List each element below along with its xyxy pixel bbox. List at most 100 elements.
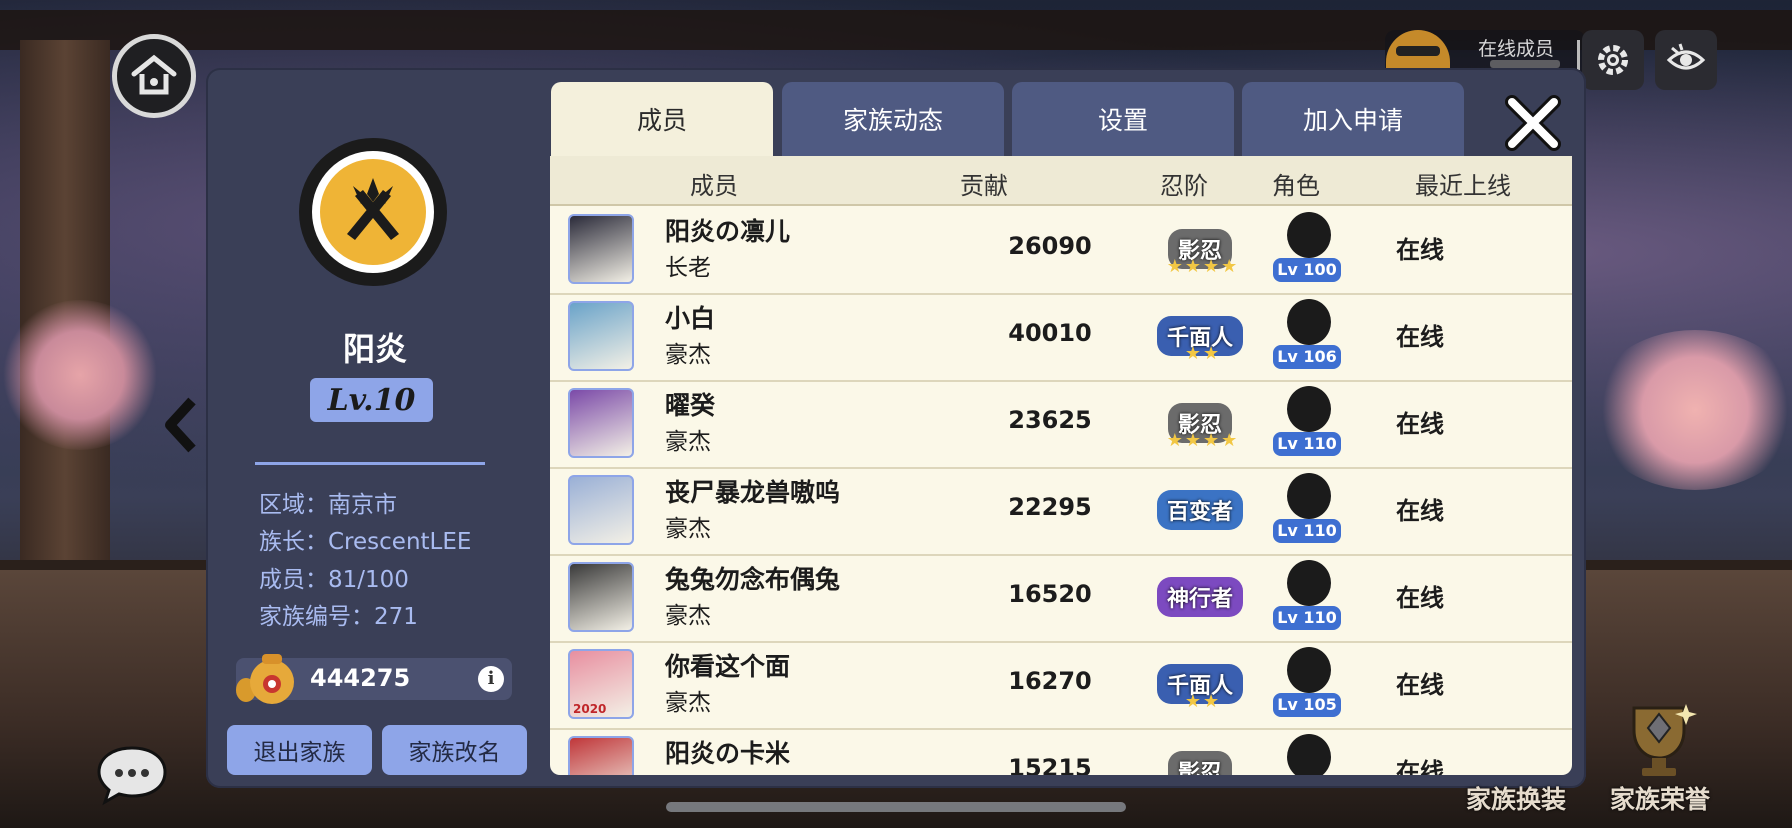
quit-family-button[interactable]: 退出家族 (227, 725, 372, 775)
table-header: 成员 贡献 忍阶 角色 最近上线 (550, 156, 1572, 206)
view-toggle-button[interactable] (1655, 30, 1717, 90)
tab-join-requests[interactable]: 加入申请 (1242, 82, 1464, 156)
crossed-blades-icon (347, 178, 399, 240)
member-name: 阳炎の凛儿 (665, 217, 791, 246)
character-avatar (1287, 212, 1331, 258)
member-avatar[interactable] (568, 562, 634, 632)
member-avatar[interactable] (568, 736, 634, 775)
member-avatar[interactable] (568, 301, 634, 371)
members-table: 成员 贡献 忍阶 角色 最近上线 阳炎の凛儿 长老 26090 影忍 ★★★★ … (550, 156, 1572, 775)
member-avatar[interactable] (568, 388, 634, 458)
info-divider (255, 462, 485, 465)
member-rank: 豪杰 (665, 429, 711, 455)
character-level: Lv 110 (1273, 519, 1341, 543)
member-avatar[interactable]: 2020 (568, 649, 634, 719)
family-funds-value: 444275 (310, 664, 411, 692)
member-name: 小白 (665, 304, 716, 333)
header-contribution: 贡献 (960, 172, 1008, 200)
member-character[interactable]: Lv 106 (1273, 297, 1343, 375)
member-rank: 豪杰 (665, 603, 711, 629)
background-blossom-left (0, 300, 160, 450)
table-row[interactable]: 2020 你看这个面 豪杰 16270 千面人 ★★ Lv 105 在线 (550, 641, 1572, 730)
family-member-count: 成员：81/100 (259, 567, 409, 593)
family-name: 阳炎 (342, 330, 407, 368)
character-level: Lv 100 (1273, 258, 1341, 282)
background-blossom-right (1590, 330, 1792, 490)
close-icon[interactable] (1500, 90, 1566, 156)
table-row[interactable]: 曜癸 豪杰 23625 影忍 ★★★★ Lv 110 在线 (550, 380, 1572, 469)
member-tier: 百变者 (1156, 490, 1243, 530)
member-rank: 长老 (665, 255, 711, 281)
character-avatar (1287, 386, 1331, 432)
member-character[interactable]: Lv 110 (1273, 384, 1343, 462)
member-last-online: 在线 (1396, 584, 1444, 612)
header-tier: 忍阶 (1160, 172, 1208, 200)
table-row[interactable]: 丧尸暴龙兽嗷呜 豪杰 22295 百变者 Lv 110 在线 (550, 467, 1572, 556)
character-avatar (1287, 299, 1331, 345)
coin-bag-icon (236, 654, 294, 704)
hud-divider (1577, 40, 1580, 70)
funds-info-button[interactable]: i (478, 666, 504, 692)
member-name: 阳炎の卡米 (665, 739, 791, 768)
table-row[interactable]: 小白 豪杰 40010 千面人 ★★ Lv 106 在线 (550, 293, 1572, 382)
home-button[interactable] (112, 34, 196, 118)
family-leader: 族长：CrescentLEE (259, 529, 472, 555)
rename-family-button[interactable]: 家族改名 (382, 725, 527, 775)
member-name: 兔兔勿念布偶兔 (665, 565, 841, 594)
member-last-online: 在线 (1396, 236, 1444, 264)
member-character[interactable]: Lv 110 (1273, 471, 1343, 549)
chevron-left-icon[interactable] (160, 395, 200, 455)
member-last-online: 在线 (1396, 410, 1444, 438)
home-icon (131, 54, 177, 95)
character-level: Lv 105 (1273, 693, 1341, 717)
member-rank: 豪杰 (665, 690, 711, 716)
tab-members[interactable]: 成员 (551, 82, 773, 156)
member-name: 曜癸 (665, 391, 716, 420)
member-name: 你看这个面 (665, 652, 791, 681)
trophy-icon[interactable] (1616, 700, 1702, 780)
character-avatar (1287, 473, 1331, 519)
character-avatar (1287, 734, 1331, 775)
family-emblem (299, 138, 447, 286)
character-avatar (1287, 560, 1331, 606)
member-character[interactable]: Lv 105 (1273, 645, 1343, 723)
tier-stars: ★★ (1184, 343, 1222, 364)
member-last-online: 在线 (1396, 497, 1444, 525)
tier-stars: ★★ (1184, 691, 1222, 712)
chat-icon[interactable] (95, 742, 169, 808)
tier-stars: ★★★★ (1166, 256, 1240, 277)
member-character[interactable]: Lv 100 (1273, 210, 1343, 288)
tier-stars: ★★★★ (1166, 430, 1240, 451)
home-indicator (666, 802, 1126, 812)
table-row[interactable]: 兔兔勿念布偶兔 豪杰 16520 神行者 Lv 110 在线 (550, 554, 1572, 643)
member-avatar-tag: 2020 (573, 702, 607, 716)
header-character: 角色 (1272, 172, 1320, 200)
online-members-count (1490, 60, 1560, 68)
online-members-label: 在线成员 (1478, 38, 1555, 60)
table-row[interactable]: 阳炎の卡米 豪杰 15215 影忍 在线 (550, 728, 1572, 775)
table-row[interactable]: 阳炎の凛儿 长老 26090 影忍 ★★★★ Lv 100 在线 (550, 206, 1572, 295)
member-avatar[interactable] (568, 214, 634, 284)
tab-family-news[interactable]: 家族动态 (782, 82, 1004, 156)
member-character[interactable]: Lv 110 (1273, 558, 1343, 636)
member-character[interactable] (1273, 732, 1343, 775)
member-tier: 影忍 (1167, 751, 1232, 775)
gear-icon (1598, 45, 1628, 75)
character-level: Lv 110 (1273, 432, 1341, 456)
tab-settings[interactable]: 设置 (1012, 82, 1234, 156)
family-id: 家族编号：271 (259, 604, 418, 630)
member-last-online: 在线 (1396, 323, 1444, 351)
eye-icon (1666, 43, 1706, 70)
member-name: 丧尸暴龙兽嗷呜 (665, 478, 841, 507)
member-tier-badge: 神行者 (1130, 568, 1270, 626)
settings-button[interactable] (1582, 30, 1644, 90)
family-honor-button[interactable]: 家族荣誉 (1610, 780, 1710, 816)
member-last-online: 在线 (1396, 671, 1444, 699)
member-avatar[interactable] (568, 475, 634, 545)
family-outfit-button[interactable]: 家族换装 (1466, 780, 1566, 816)
character-level: Lv 106 (1273, 345, 1341, 369)
header-member: 成员 (690, 172, 738, 200)
member-rank: 豪杰 (665, 342, 711, 368)
member-tier: 神行者 (1156, 577, 1243, 617)
family-region: 区域：南京市 (259, 492, 397, 518)
